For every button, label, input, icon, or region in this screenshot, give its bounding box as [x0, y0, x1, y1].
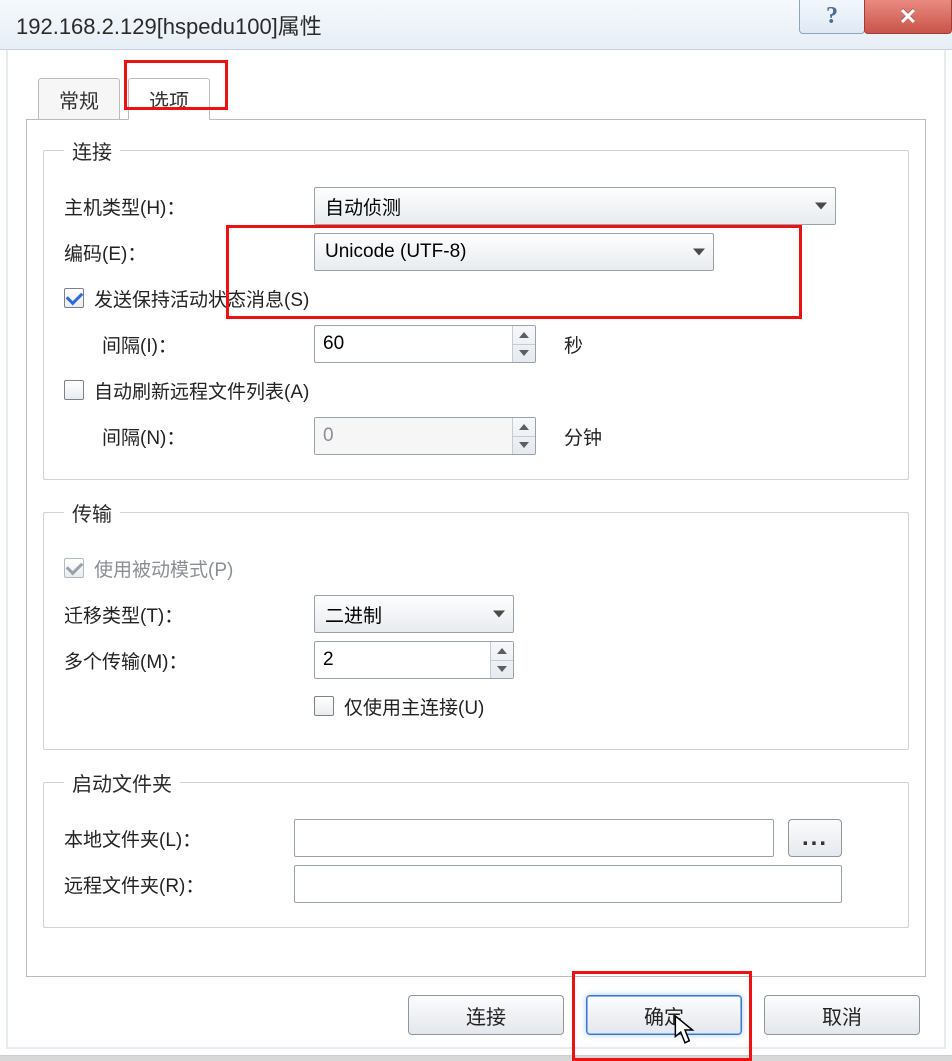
tab-options[interactable]: 选项: [128, 78, 210, 120]
arrow-up-icon: [497, 648, 507, 654]
host-type-combo[interactable]: 自动侦测: [314, 187, 836, 225]
encoding-combo[interactable]: Unicode (UTF-8): [314, 233, 714, 271]
connect-button[interactable]: 连接: [408, 995, 564, 1035]
arrow-up-icon: [519, 424, 529, 430]
arrow-up-icon: [519, 332, 529, 338]
main-only-checkbox[interactable]: 仅使用主连接(U): [314, 693, 484, 720]
help-button[interactable]: ?: [799, 0, 865, 34]
encoding-label: 编码(E)：: [64, 239, 314, 266]
spin-buttons[interactable]: [490, 642, 513, 678]
cancel-button[interactable]: 取消: [764, 995, 920, 1035]
group-startup: 启动文件夹 本地文件夹(L)： ... 远程文件夹(R)：: [43, 768, 909, 928]
transfer-type-value: 二进制: [325, 601, 382, 628]
autorefresh-label: 自动刷新远程文件列表(A): [94, 377, 309, 404]
remote-folder-input[interactable]: [294, 865, 842, 903]
properties-dialog: 192.168.2.129[hspedu100]属性 ? ✕ 常规 选项 连接 …: [0, 0, 952, 1055]
help-icon: ?: [826, 3, 838, 30]
multi-transfer-label: 多个传输(M)：: [64, 647, 314, 674]
keepalive-label: 发送保持活动状态消息(S): [94, 285, 309, 312]
chevron-down-icon: [493, 611, 505, 618]
spin-buttons[interactable]: [512, 326, 535, 362]
keepalive-interval-input[interactable]: [315, 326, 512, 362]
tab-content: 连接 主机类型(H)： 自动侦测 编码(E)： Unicode (UTF-8): [26, 120, 926, 977]
remote-folder-label: 远程文件夹(R)：: [64, 871, 294, 898]
encoding-value: Unicode (UTF-8): [325, 241, 466, 263]
autorefresh-interval-spin: [314, 417, 536, 455]
keepalive-interval-spin[interactable]: [314, 325, 536, 363]
host-type-label: 主机类型(H)：: [64, 193, 314, 220]
ok-button[interactable]: 确定: [586, 995, 742, 1035]
titlebar: 192.168.2.129[hspedu100]属性 ? ✕: [0, 0, 952, 50]
local-folder-input[interactable]: [294, 819, 774, 857]
group-connection: 连接 主机类型(H)： 自动侦测 编码(E)： Unicode (UTF-8): [43, 136, 909, 480]
autorefresh-unit: 分钟: [564, 423, 602, 450]
local-folder-label: 本地文件夹(L)：: [64, 825, 294, 852]
browse-button[interactable]: ...: [788, 819, 842, 857]
autorefresh-interval-input: [315, 418, 512, 454]
dialog-buttons: 连接 确定 取消: [8, 983, 944, 1047]
transfer-type-combo[interactable]: 二进制: [314, 595, 514, 633]
chevron-down-icon: [693, 249, 705, 256]
keepalive-interval-label: 间隔(I)：: [64, 331, 314, 358]
main-only-label: 仅使用主连接(U): [344, 693, 484, 720]
checkbox-icon: [64, 558, 84, 578]
spin-buttons: [512, 418, 535, 454]
client-area: 常规 选项 连接 主机类型(H)： 自动侦测 编码(E)： Unic: [6, 50, 946, 1049]
transfer-type-label: 迁移类型(T)：: [64, 601, 314, 628]
autorefresh-interval-label: 间隔(N)：: [64, 423, 314, 450]
passive-label: 使用被动模式(P): [94, 555, 233, 582]
tabs: 常规 选项: [26, 64, 926, 120]
arrow-down-icon: [497, 666, 507, 672]
group-transfer: 传输 使用被动模式(P) 迁移类型(T)： 二进制 多个传输(M)：: [43, 498, 909, 750]
arrow-down-icon: [519, 442, 529, 448]
keepalive-checkbox[interactable]: 发送保持活动状态消息(S): [64, 285, 309, 312]
tab-general[interactable]: 常规: [38, 78, 120, 120]
close-button[interactable]: ✕: [864, 0, 952, 34]
checkbox-icon: [64, 288, 84, 308]
host-type-value: 自动侦测: [325, 193, 401, 220]
close-icon: ✕: [899, 4, 917, 30]
arrow-down-icon: [519, 350, 529, 356]
checkbox-icon: [64, 380, 84, 400]
group-startup-legend: 启动文件夹: [64, 768, 180, 797]
multi-transfer-spin[interactable]: [314, 641, 514, 679]
chevron-down-icon: [815, 203, 827, 210]
group-transfer-legend: 传输: [64, 498, 120, 527]
window-title: 192.168.2.129[hspedu100]属性: [16, 9, 322, 41]
autorefresh-checkbox[interactable]: 自动刷新远程文件列表(A): [64, 377, 309, 404]
group-connection-legend: 连接: [64, 136, 120, 165]
keepalive-unit: 秒: [564, 331, 583, 358]
multi-transfer-input[interactable]: [315, 642, 490, 678]
checkbox-icon: [314, 696, 334, 716]
passive-checkbox: 使用被动模式(P): [64, 555, 233, 582]
